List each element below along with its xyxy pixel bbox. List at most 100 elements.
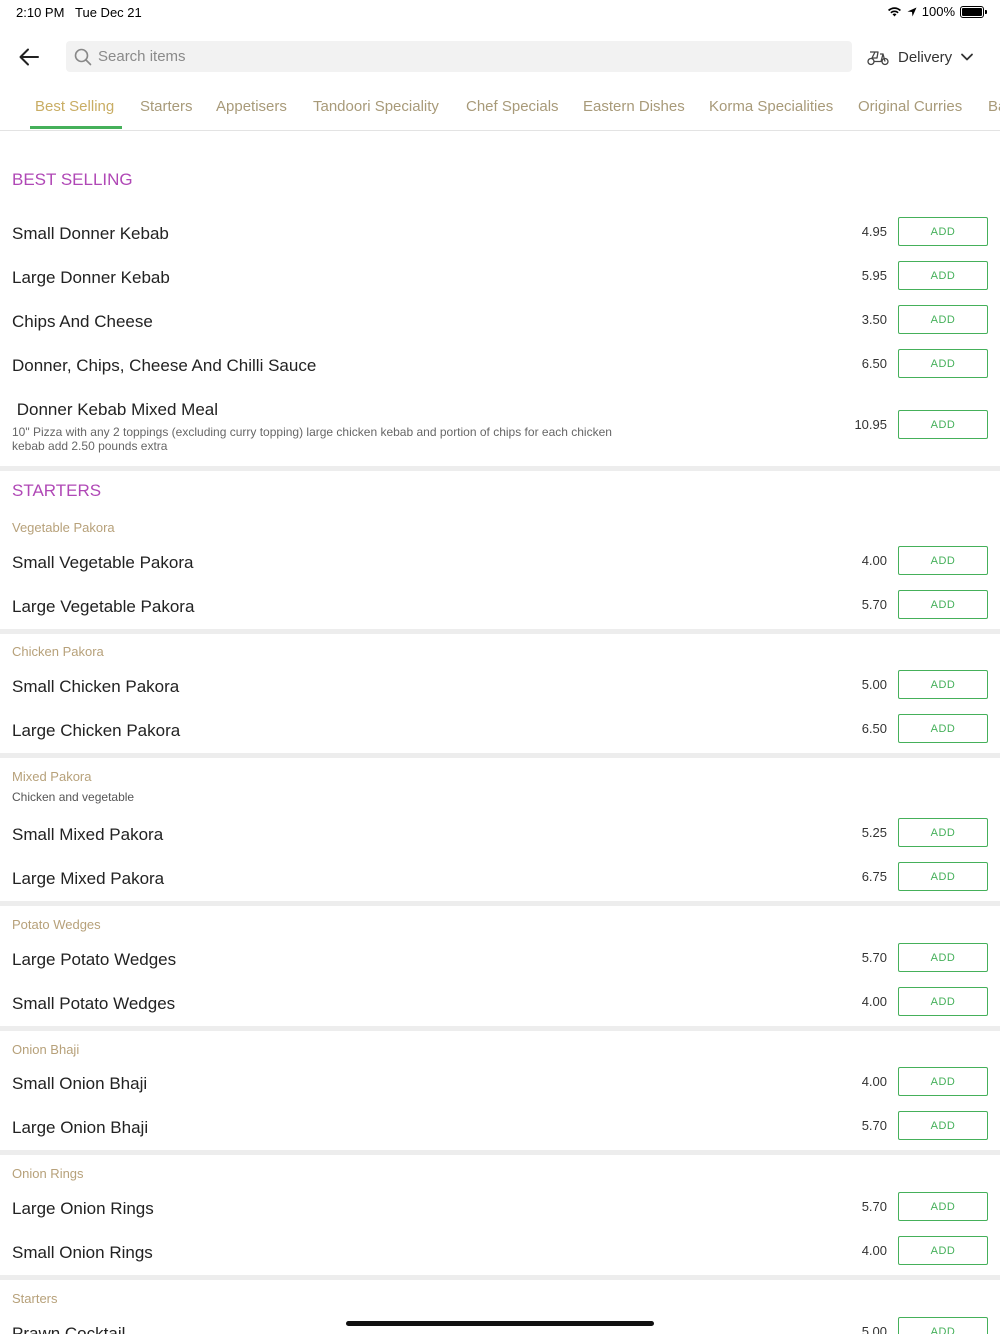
add-button[interactable]: ADD — [898, 1236, 988, 1265]
item-price: 5.70 — [861, 597, 887, 612]
item-name: Large Onion Rings — [12, 1199, 154, 1218]
active-tab-indicator — [30, 126, 122, 129]
group-title: Potato Wedges — [12, 917, 101, 932]
item-name: Small Onion Rings — [12, 1243, 153, 1262]
menu-item: Large Onion Bhaji 5.70 ADD — [0, 1105, 1000, 1149]
search-input[interactable] — [98, 48, 798, 65]
tab-original-curries[interactable]: Original Curries — [858, 98, 962, 115]
group-divider — [0, 1275, 1000, 1280]
search-icon — [74, 48, 92, 65]
item-price: 4.00 — [861, 553, 887, 568]
add-button[interactable]: ADD — [898, 1192, 988, 1221]
item-name: Prawn Cocktail — [12, 1324, 126, 1334]
item-price: 4.95 — [861, 224, 887, 239]
item-name: Small Vegetable Pakora — [12, 553, 194, 572]
section-divider — [0, 466, 1000, 471]
status-date-text: Tue Dec 21 — [75, 5, 142, 20]
group-title: Vegetable Pakora — [12, 520, 115, 535]
item-name: Chips And Cheese — [12, 312, 153, 331]
item-description: 10" Pizza with any 2 toppings (excluding… — [12, 425, 612, 453]
menu-item: Large Donner Kebab 5.95 ADD — [0, 255, 1000, 299]
battery-percent: 100% — [921, 4, 955, 19]
item-price: 4.00 — [861, 1074, 887, 1089]
group-description: Chicken and vegetable — [12, 790, 135, 804]
add-button[interactable]: ADD — [898, 862, 988, 891]
menu-item: Small Donner Kebab 4.95 ADD — [0, 211, 1000, 255]
item-price: 6.50 — [861, 721, 887, 736]
arrow-left-icon — [19, 48, 39, 66]
delivery-selector[interactable]: Delivery — [866, 42, 974, 72]
item-price: 4.00 — [861, 1243, 887, 1258]
item-price: 5.70 — [861, 950, 887, 965]
group-divider — [0, 901, 1000, 906]
menu-item: Chips And Cheese 3.50 ADD — [0, 299, 1000, 343]
item-name: Small Onion Bhaji — [12, 1074, 148, 1093]
back-button[interactable] — [14, 43, 44, 71]
add-button[interactable]: ADD — [898, 714, 988, 743]
item-price: 6.50 — [861, 356, 887, 371]
item-name: Large Chicken Pakora — [12, 721, 181, 740]
menu-item: Small Onion Rings 4.00 ADD — [0, 1230, 1000, 1274]
menu-item: Small Onion Bhaji 4.00 ADD — [0, 1061, 1000, 1105]
tab-chef-specials[interactable]: Chef Specials — [466, 98, 559, 115]
add-button[interactable]: ADD — [898, 818, 988, 847]
item-price: 5.70 — [861, 1199, 887, 1214]
status-bar: 2:10 PM Tue Dec 21 100% — [0, 0, 1000, 24]
location-arrow-icon — [907, 7, 917, 16]
item-name: Small Donner Kebab — [12, 224, 169, 243]
item-price: 5.70 — [861, 1118, 887, 1133]
menu-item: Small Chicken Pakora 5.00 ADD — [0, 664, 1000, 708]
tab-eastern-dishes[interactable]: Eastern Dishes — [583, 98, 685, 115]
add-button[interactable]: ADD — [898, 261, 988, 290]
home-indicator — [346, 1321, 654, 1326]
tab-appetisers[interactable]: Appetisers — [216, 98, 287, 115]
add-button[interactable]: ADD — [898, 1317, 988, 1334]
add-button[interactable]: ADD — [898, 546, 988, 575]
menu-item: Large Chicken Pakora 6.50 ADD — [0, 708, 1000, 752]
add-button[interactable]: ADD — [898, 1067, 988, 1096]
status-time-text: 2:10 PM — [16, 5, 65, 20]
add-button[interactable]: ADD — [898, 670, 988, 699]
delivery-label: Delivery — [898, 48, 953, 66]
menu-item: Donner Kebab Mixed Meal 10" Pizza with a… — [0, 387, 1000, 463]
add-button[interactable]: ADD — [898, 590, 988, 619]
add-button[interactable]: ADD — [898, 349, 988, 378]
item-name: Large Mixed Pakora — [12, 869, 165, 888]
item-price: 4.00 — [861, 994, 887, 1009]
menu-item: Small Vegetable Pakora 4.00 ADD — [0, 540, 1000, 584]
add-button[interactable]: ADD — [898, 1111, 988, 1140]
item-name: Large Vegetable Pakora — [12, 597, 195, 616]
tab-tandoori-speciality[interactable]: Tandoori Speciality — [313, 98, 439, 115]
item-name: Small Chicken Pakora — [12, 677, 180, 696]
tab-starters[interactable]: Starters — [140, 98, 193, 115]
item-name: Large Potato Wedges — [12, 950, 177, 969]
group-divider — [0, 629, 1000, 634]
category-tabs: Best Selling Starters Appetisers Tandoor… — [0, 88, 1000, 131]
item-name: Small Potato Wedges — [12, 994, 176, 1013]
add-button[interactable]: ADD — [898, 305, 988, 334]
tab-korma-specialities[interactable]: Korma Specialities — [709, 98, 833, 115]
section-title-starters: STARTERS — [12, 481, 102, 500]
status-indicators: 100% — [887, 4, 987, 19]
group-title: Starters — [12, 1291, 58, 1306]
menu-item: Donner, Chips, Cheese And Chilli Sauce 6… — [0, 343, 1000, 387]
scooter-icon — [867, 51, 889, 66]
add-button[interactable]: ADD — [898, 217, 988, 246]
add-button[interactable]: ADD — [898, 943, 988, 972]
item-name: Donner Kebab Mixed Meal — [12, 400, 219, 419]
group-divider — [0, 1026, 1000, 1031]
menu-item: Large Onion Rings 5.70 ADD — [0, 1186, 1000, 1230]
group-divider — [0, 1150, 1000, 1155]
item-price: 3.50 — [861, 312, 887, 327]
search-box[interactable] — [66, 41, 852, 72]
item-price: 10.95 — [854, 417, 887, 432]
group-title: Onion Rings — [12, 1166, 84, 1181]
add-button[interactable]: ADD — [898, 987, 988, 1016]
item-price: 6.75 — [861, 869, 887, 884]
add-button[interactable]: ADD — [898, 410, 988, 439]
status-time: 2:10 PM Tue Dec 21 — [16, 5, 142, 20]
tab-best-selling[interactable]: Best Selling — [35, 98, 114, 115]
tab-more[interactable]: Ba — [988, 98, 1000, 115]
item-name: Donner, Chips, Cheese And Chilli Sauce — [12, 356, 317, 375]
menu-item: Large Mixed Pakora 6.75 ADD — [0, 856, 1000, 900]
